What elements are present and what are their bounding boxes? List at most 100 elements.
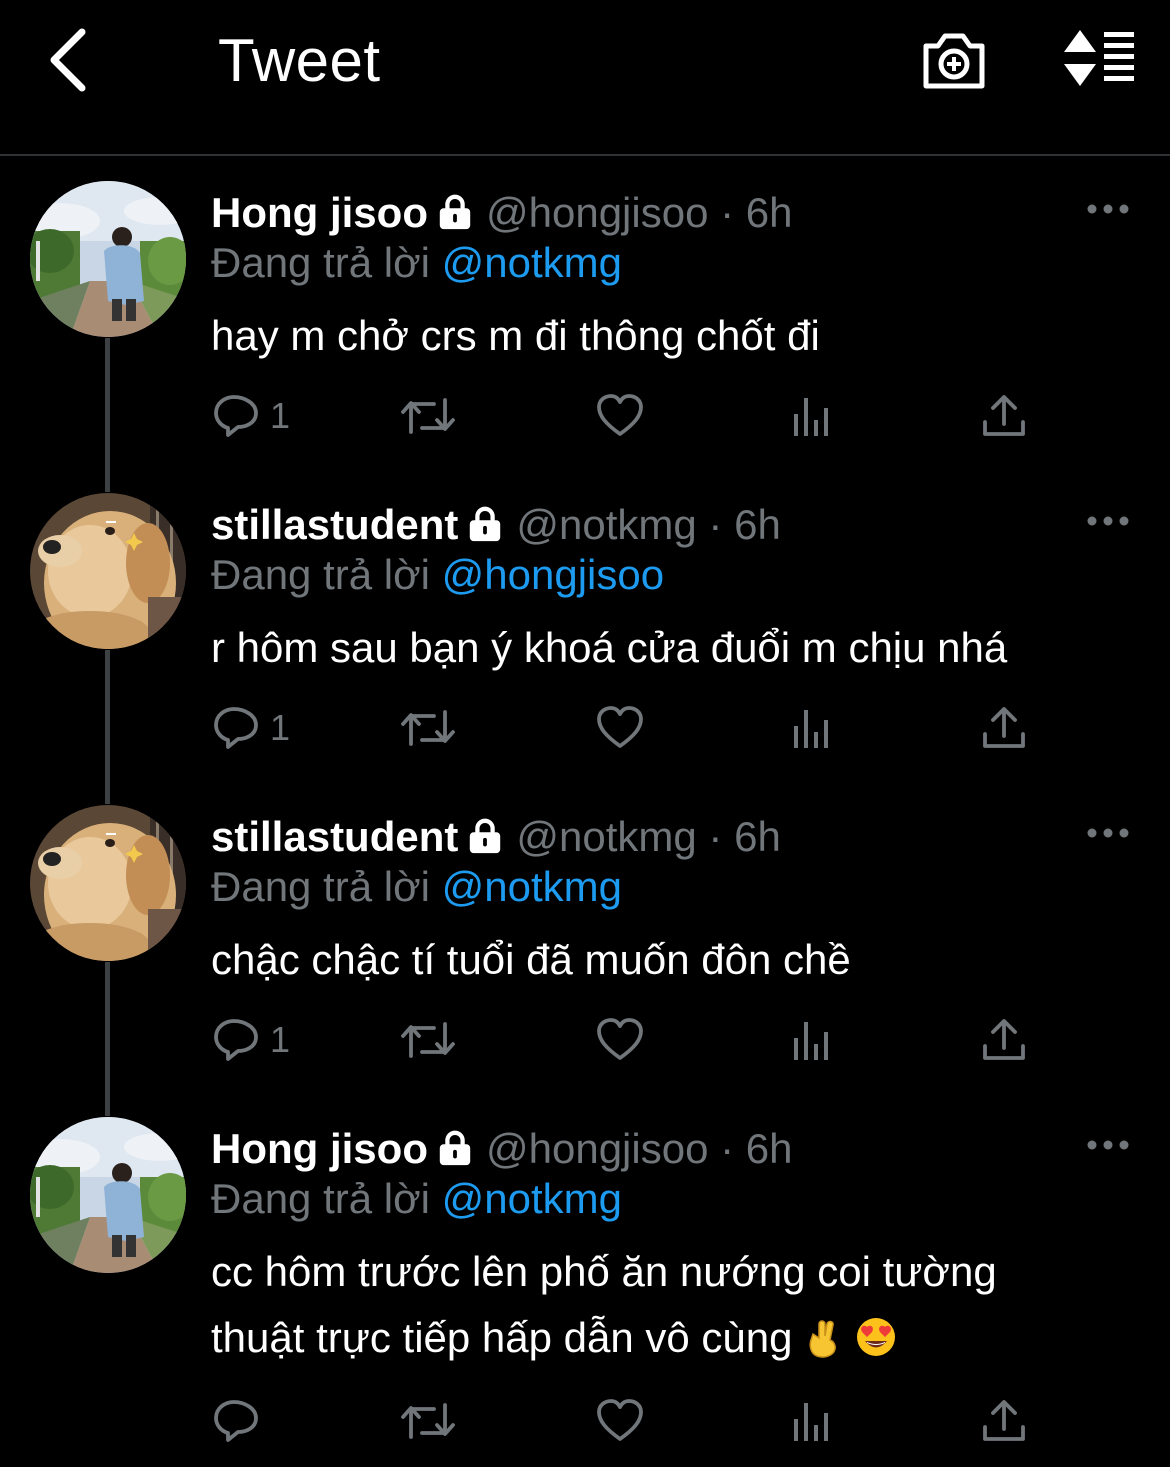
- retweet-button[interactable]: [398, 1010, 458, 1070]
- reply-icon: [212, 1016, 260, 1064]
- retweet-button[interactable]: [398, 698, 458, 758]
- avatar[interactable]: [30, 805, 186, 961]
- reply-icon: [212, 1397, 260, 1445]
- avatar[interactable]: [30, 493, 186, 649]
- share-button[interactable]: [980, 386, 1028, 446]
- separator: ·: [708, 813, 723, 860]
- views-button[interactable]: [788, 1010, 836, 1070]
- like-icon: [596, 1016, 644, 1064]
- reply-count: 1: [270, 395, 291, 436]
- like-button[interactable]: [596, 1010, 644, 1070]
- tweet-text: hay m chở crs m đi thông chốt đi: [211, 312, 820, 359]
- tweet-text-line-wrapper: thuật trực tiếp hấp dẫn vô cùng: [211, 1305, 1111, 1377]
- retweet-icon: [398, 1397, 458, 1445]
- reply-prefix: Đang trả lời: [211, 239, 430, 286]
- like-button[interactable]: [596, 698, 644, 758]
- back-chevron-icon[interactable]: [40, 24, 100, 96]
- tweet[interactable]: stillastudent @notkmg · 6h Đang trả lời @…: [0, 493, 1170, 763]
- retweet-button[interactable]: [398, 1391, 458, 1451]
- reply-prefix: Đang trả lời: [211, 863, 430, 910]
- reply-button[interactable]: 1: [212, 698, 290, 758]
- reply-icon: [212, 392, 260, 440]
- reply-icon: [212, 704, 260, 752]
- views-icon: [788, 392, 836, 440]
- reply-context: Đang trả lời @notkmg: [211, 861, 622, 913]
- user-handle[interactable]: @notkmg: [516, 501, 696, 548]
- reply-context: Đang trả lời @notkmg: [211, 1173, 622, 1225]
- timestamp[interactable]: 6h: [746, 189, 793, 236]
- more-icon[interactable]: [1084, 823, 1132, 843]
- tweet-text-line: cc hôm trước lên phố ăn nướng coi tường: [211, 1248, 997, 1295]
- like-icon: [596, 1397, 644, 1445]
- retweet-button[interactable]: [398, 386, 458, 446]
- views-button[interactable]: [788, 386, 836, 446]
- lock-icon: [436, 191, 474, 243]
- action-bar: 1: [0, 698, 1170, 758]
- timestamp[interactable]: 6h: [734, 813, 781, 860]
- more-icon[interactable]: [1084, 199, 1132, 219]
- reply-prefix: Đang trả lời: [211, 551, 430, 598]
- reply-button[interactable]: [212, 1391, 260, 1451]
- tweet-text: r hôm sau bạn ý khoá cửa đuổi m chịu nhá: [211, 624, 1008, 671]
- retweet-icon: [398, 704, 458, 752]
- user-name[interactable]: Hong jisoo: [211, 189, 428, 236]
- share-icon: [980, 1016, 1028, 1064]
- user-name[interactable]: stillastudent: [211, 501, 458, 548]
- like-icon: [596, 392, 644, 440]
- mention-link[interactable]: @notkmg: [442, 863, 622, 910]
- views-button[interactable]: [788, 1391, 836, 1451]
- tweet[interactable]: Hong jisoo @hongjisoo · 6h Đang trả lời @…: [0, 181, 1170, 451]
- share-button[interactable]: [980, 1391, 1028, 1451]
- separator: ·: [708, 501, 723, 548]
- separator: ·: [720, 1125, 735, 1172]
- fingers-crossed-emoji: [807, 1311, 841, 1377]
- share-icon: [980, 1397, 1028, 1445]
- camera-plus-icon[interactable]: [918, 26, 990, 94]
- views-icon: [788, 704, 836, 752]
- timestamp[interactable]: 6h: [746, 1125, 793, 1172]
- separator: ·: [720, 189, 735, 236]
- reply-button[interactable]: 1: [212, 1010, 290, 1070]
- reply-count: 1: [270, 707, 291, 748]
- user-handle[interactable]: @hongjisoo: [486, 1125, 708, 1172]
- reply-context: Đang trả lời @notkmg: [211, 237, 622, 289]
- user-handle[interactable]: @hongjisoo: [486, 189, 708, 236]
- reply-button[interactable]: 1: [212, 386, 290, 446]
- tweet[interactable]: stillastudent @notkmg · 6h Đang trả lời @…: [0, 805, 1170, 1075]
- sort-icon[interactable]: [1058, 26, 1138, 90]
- like-button[interactable]: [596, 1391, 644, 1451]
- action-bar: 1: [0, 386, 1170, 446]
- more-icon[interactable]: [1084, 511, 1132, 531]
- tweet-text-line: thuật trực tiếp hấp dẫn vô cùng: [211, 1314, 793, 1361]
- retweet-icon: [398, 1016, 458, 1064]
- share-icon: [980, 704, 1028, 752]
- mention-link[interactable]: @hongjisoo: [442, 551, 664, 598]
- tweet-text: chậc chậc tí tuổi đã muốn đôn chề: [211, 936, 851, 983]
- heart-eyes-emoji: [855, 1311, 897, 1377]
- reply-count: 1: [270, 1019, 291, 1060]
- more-icon[interactable]: [1084, 1135, 1132, 1155]
- views-icon: [788, 1016, 836, 1064]
- user-name[interactable]: Hong jisoo: [211, 1125, 428, 1172]
- views-icon: [788, 1397, 836, 1445]
- share-button[interactable]: [980, 698, 1028, 758]
- action-bar: [0, 1391, 1170, 1451]
- top-bar: Tweet: [0, 0, 1170, 156]
- share-button[interactable]: [980, 1010, 1028, 1070]
- page-title: Tweet: [218, 27, 381, 94]
- tweet[interactable]: Hong jisoo @hongjisoo · 6h Đang trả lời @…: [0, 1117, 1170, 1467]
- like-button[interactable]: [596, 386, 644, 446]
- user-name[interactable]: stillastudent: [211, 813, 458, 860]
- mention-link[interactable]: @notkmg: [442, 1175, 622, 1222]
- tweet-text: cc hôm trước lên phố ăn nướng coi tường …: [211, 1239, 1111, 1377]
- lock-icon: [466, 503, 504, 555]
- avatar[interactable]: [30, 181, 186, 337]
- mention-link[interactable]: @notkmg: [442, 239, 622, 286]
- reply-context: Đang trả lời @hongjisoo: [211, 549, 664, 601]
- lock-icon: [436, 1127, 474, 1179]
- user-handle[interactable]: @notkmg: [516, 813, 696, 860]
- avatar[interactable]: [30, 1117, 186, 1273]
- like-icon: [596, 704, 644, 752]
- views-button[interactable]: [788, 698, 836, 758]
- timestamp[interactable]: 6h: [734, 501, 781, 548]
